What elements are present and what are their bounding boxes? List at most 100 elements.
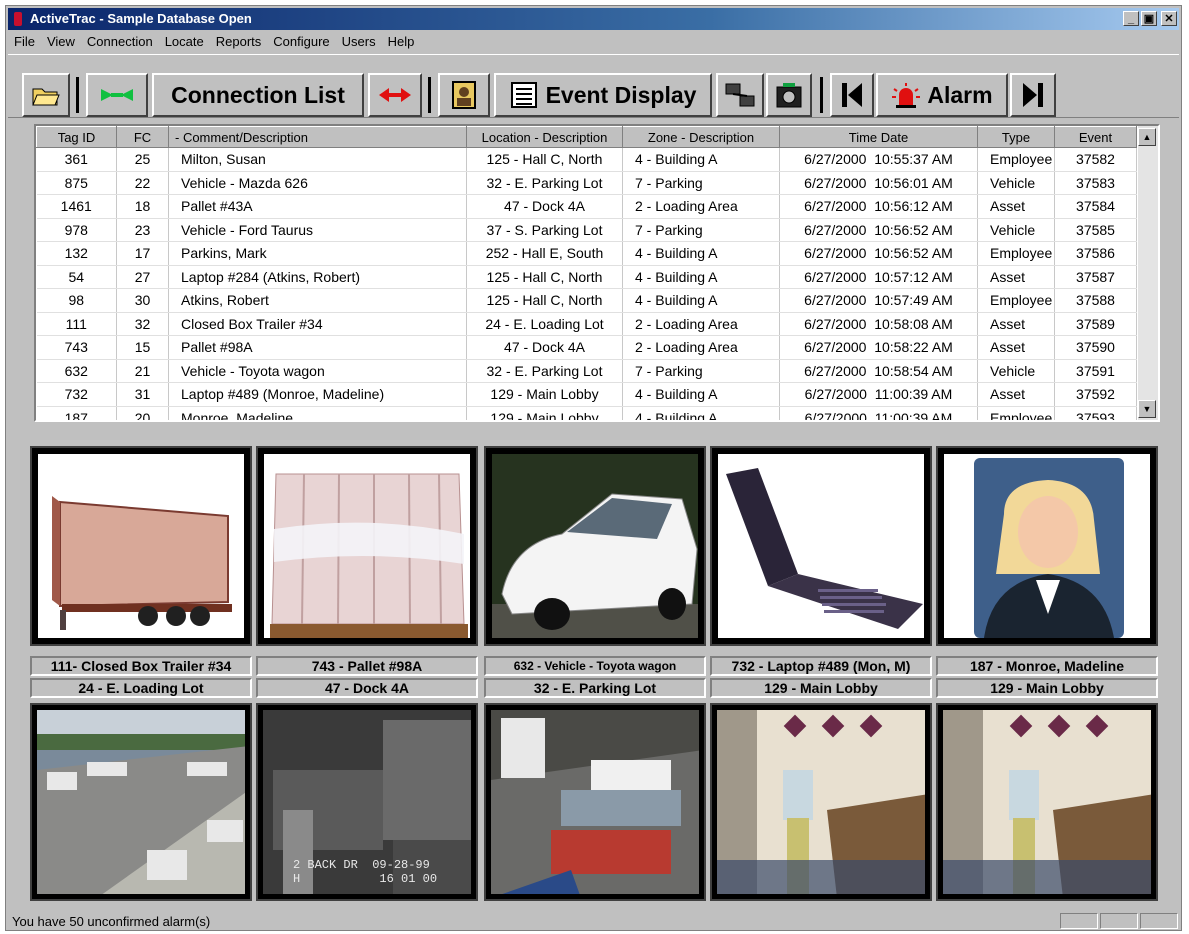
- menu-bar: File View Connection Locate Reports Configure…: [8, 32, 1179, 52]
- col-zone[interactable]: Zone - Description: [622, 126, 780, 148]
- camera-feed-loading-lot[interactable]: [30, 703, 252, 901]
- cell-fc: 23: [116, 218, 169, 242]
- table-row[interactable]: 632 21 Vehicle - Toyota wagon 32 - E. Parki…: [36, 359, 1137, 383]
- menu-reports[interactable]: Reports: [210, 32, 268, 49]
- table-row[interactable]: 132 17 Parkins, Mark 252 - Hall E, South 4 -…: [36, 241, 1137, 266]
- cell-zone: 4 - Building A: [622, 241, 780, 266]
- table-row[interactable]: 732 31 Laptop #489 (Monroe, Madeline) 129 -…: [36, 382, 1137, 407]
- laptop-photo: [718, 454, 924, 638]
- cell-description: Vehicle - Toyota wagon: [168, 359, 467, 383]
- minimize-button[interactable]: _: [1123, 11, 1139, 26]
- restore-button[interactable]: ▣: [1141, 11, 1157, 26]
- camera-feed-dock[interactable]: 2 BACK DR 09-28-99 H 16 01 00: [256, 703, 478, 901]
- next-alarm-button[interactable]: [1010, 73, 1056, 117]
- cell-time-date: 6/27/2000 10:57:12 AM: [779, 265, 978, 289]
- event-grid[interactable]: Tag ID FC - Comment/Description Location…: [34, 124, 1160, 422]
- photo-panel-vehicle[interactable]: [484, 446, 706, 646]
- cell-location: 252 - Hall E, South: [466, 241, 623, 266]
- menu-file[interactable]: File: [8, 32, 41, 49]
- table-row[interactable]: 98 30 Atkins, Robert 125 - Hall C, North 4 -…: [36, 288, 1137, 313]
- cell-description: Vehicle - Ford Taurus: [168, 218, 467, 242]
- table-row[interactable]: 54 27 Laptop #284 (Atkins, Robert) 125 - Ha…: [36, 265, 1137, 289]
- cell-event: 37587: [1054, 265, 1137, 289]
- table-row[interactable]: 978 23 Vehicle - Ford Taurus 37 - S. Parkin…: [36, 218, 1137, 242]
- toolbar-separator: [428, 77, 431, 113]
- menu-configure[interactable]: Configure: [267, 32, 335, 49]
- event-list-icon: [510, 82, 537, 108]
- folder-open-icon: [32, 88, 60, 106]
- network-button[interactable]: [716, 73, 764, 117]
- app-window: ActiveTrac - Sample Database Open _ ▣ ✕ …: [5, 5, 1182, 931]
- cell-fc: 15: [116, 335, 169, 360]
- cell-zone: 4 - Building A: [622, 288, 780, 313]
- col-description[interactable]: - Comment/Description: [168, 126, 467, 148]
- menu-connection[interactable]: Connection: [81, 32, 159, 49]
- cell-time-date: 6/27/2000 10:58:08 AM: [779, 312, 978, 336]
- cell-description: Monroe, Madeline: [168, 406, 467, 420]
- cell-location: 32 - E. Parking Lot: [466, 359, 623, 383]
- alarm-button[interactable]: Alarm: [876, 73, 1008, 117]
- panel-location-vehicle: 32 - E. Parking Lot: [484, 678, 706, 698]
- menu-users[interactable]: Users: [336, 32, 382, 49]
- table-row[interactable]: 111 32 Closed Box Trailer #34 24 - E. Loadi…: [36, 312, 1137, 336]
- toolbar-separator: [76, 77, 79, 113]
- menu-view[interactable]: View: [41, 32, 81, 49]
- scroll-down-button[interactable]: ▼: [1138, 400, 1156, 418]
- camera-feed-lobby-1[interactable]: [710, 703, 932, 901]
- photo-panel-employee[interactable]: [936, 446, 1158, 646]
- cell-zone: 4 - Building A: [622, 406, 780, 420]
- photo-panel-trailer[interactable]: [30, 446, 252, 646]
- col-tag-id[interactable]: Tag ID: [36, 126, 117, 148]
- col-fc[interactable]: FC: [116, 126, 169, 148]
- photo-panel-laptop[interactable]: [710, 446, 932, 646]
- alarm-siren-icon: [892, 83, 921, 108]
- window-title: ActiveTrac - Sample Database Open: [30, 11, 252, 26]
- cell-description: Pallet #98A: [168, 335, 467, 360]
- status-bar: You have 50 unconfirmed alarm(s): [8, 912, 1179, 930]
- cell-time-date: 6/27/2000 11:00:39 AM: [779, 406, 978, 420]
- col-event[interactable]: Event: [1054, 126, 1137, 148]
- disconnect-button[interactable]: [368, 73, 422, 117]
- connect-arrows-icon: [101, 89, 133, 101]
- table-row[interactable]: 875 22 Vehicle - Mazda 626 32 - E. Parking …: [36, 171, 1137, 195]
- photo-panel-pallet[interactable]: [256, 446, 478, 646]
- previous-alarm-button[interactable]: [830, 73, 874, 117]
- table-row[interactable]: 743 15 Pallet #98A 47 - Dock 4A 2 - Loading …: [36, 335, 1137, 360]
- open-folder-button[interactable]: [22, 73, 70, 117]
- panel-location-employee: 129 - Main Lobby: [936, 678, 1158, 698]
- title-bar[interactable]: ActiveTrac - Sample Database Open _ ▣ ✕: [8, 8, 1179, 30]
- event-display-label: Event Display: [545, 81, 697, 108]
- cell-location: 47 - Dock 4A: [466, 194, 623, 219]
- cell-type: Asset: [977, 312, 1055, 336]
- connect-button[interactable]: [86, 73, 148, 117]
- cell-tag-id: 875: [36, 171, 117, 195]
- camera-feed-parking[interactable]: [484, 703, 706, 901]
- connection-list-button[interactable]: Connection List: [152, 73, 364, 117]
- camera-button[interactable]: [766, 73, 812, 117]
- camera-icon: [776, 83, 802, 108]
- col-location[interactable]: Location - Description: [466, 126, 623, 148]
- event-display-button[interactable]: Event Display: [494, 73, 712, 117]
- table-row[interactable]: 1461 18 Pallet #43A 47 - Dock 4A 2 - Loading…: [36, 194, 1137, 219]
- badge-photo-button[interactable]: [438, 73, 490, 117]
- status-message: You have 50 unconfirmed alarm(s): [12, 914, 211, 929]
- col-time-date[interactable]: Time Date: [779, 126, 978, 148]
- menu-locate[interactable]: Locate: [159, 32, 210, 49]
- cell-type: Employee: [977, 147, 1055, 172]
- event-table: Tag ID FC - Comment/Description Location…: [36, 126, 1137, 420]
- table-row[interactable]: 187 20 Monroe, Madeline 129 - Main Lobby 4 -…: [36, 406, 1137, 420]
- cell-fc: 21: [116, 359, 169, 383]
- grid-scrollbar[interactable]: ▲ ▼: [1138, 126, 1158, 420]
- cell-zone: 4 - Building A: [622, 382, 780, 407]
- cell-event: 37585: [1054, 218, 1137, 242]
- close-button[interactable]: ✕: [1161, 11, 1177, 26]
- cell-type: Employee: [977, 241, 1055, 266]
- menu-help[interactable]: Help: [382, 32, 421, 49]
- cell-zone: 7 - Parking: [622, 218, 780, 242]
- camera-feed-lobby-2[interactable]: [936, 703, 1158, 901]
- cell-event: 37582: [1054, 147, 1137, 172]
- scroll-up-button[interactable]: ▲: [1138, 128, 1156, 146]
- cell-type: Asset: [977, 335, 1055, 360]
- col-type[interactable]: Type: [977, 126, 1055, 148]
- table-row[interactable]: 361 25 Milton, Susan 125 - Hall C, North 4 -…: [36, 147, 1137, 172]
